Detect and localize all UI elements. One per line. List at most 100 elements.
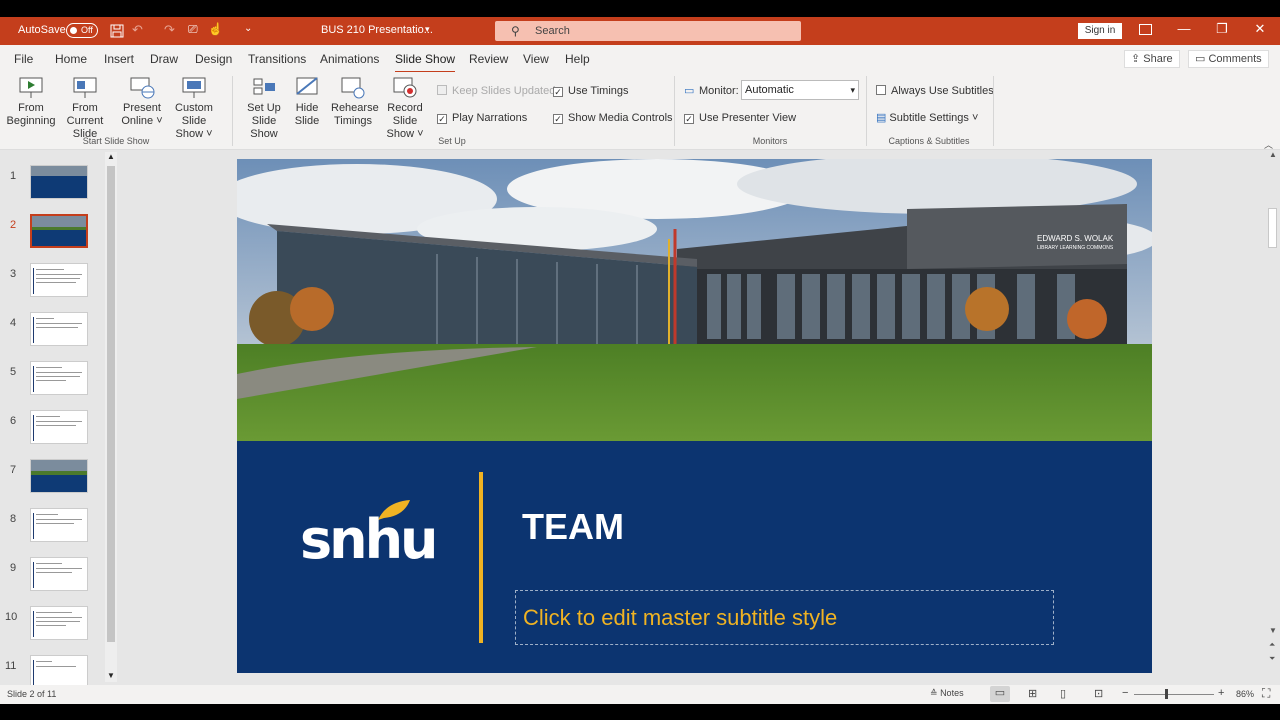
always-use-subtitles-checkbox[interactable]: Always Use Subtitles	[876, 85, 994, 97]
title-bar: AutoSave Off ↶ ↷ ⎚ ☝ ⌄ BUS 210 Presentat…	[0, 17, 1280, 45]
hide-slide-button[interactable]: Hide Slide	[291, 76, 323, 128]
tab-slide-show[interactable]: Slide Show	[395, 52, 456, 73]
slide-thumbnail[interactable]: 6	[5, 410, 105, 450]
slide-thumbnail[interactable]: 9	[5, 557, 105, 597]
checkbox-checked: ✓	[553, 87, 563, 97]
slideshow-view-icon[interactable]: ⊡	[1094, 687, 1103, 700]
present-icon[interactable]: ⎚	[188, 22, 198, 37]
subtitle-icon: ▤	[876, 112, 887, 124]
record-l2: Show ˅	[386, 128, 424, 140]
reading-view-icon[interactable]: ▯	[1060, 687, 1066, 700]
record-slide-show-button[interactable]: Record Slide Show ˅	[376, 76, 434, 141]
scroll-up-icon[interactable]: ▲	[107, 152, 115, 161]
tab-design[interactable]: Design	[195, 52, 232, 66]
notes-button[interactable]: ≙ Notes	[930, 688, 964, 699]
tab-help[interactable]: Help	[565, 52, 590, 66]
tab-review[interactable]: Review	[469, 52, 508, 66]
touch-mode-icon[interactable]: ☝	[208, 22, 223, 36]
show-media-controls-label: Show Media Controls	[568, 112, 673, 124]
slide-title-area: snhu TEAM Click to edit master subtitle …	[237, 441, 1152, 673]
subtitle-placeholder[interactable]: Click to edit master subtitle style	[515, 590, 1054, 645]
hide-slide-icon	[296, 77, 318, 95]
zoom-in-icon[interactable]: +	[1218, 687, 1224, 699]
keep-slides-updated-checkbox[interactable]: Keep Slides Updated	[437, 85, 555, 97]
scroll-up-icon[interactable]: ▲	[1269, 150, 1277, 159]
slide-thumbnail[interactable]: 5	[5, 361, 105, 401]
scroll-thumb[interactable]	[1268, 208, 1277, 248]
restore-icon[interactable]: ❐	[1212, 21, 1232, 37]
thumb-number: 7	[10, 464, 17, 476]
thumb-preview	[30, 263, 88, 297]
menu-bar: File Home Insert Draw Design Transitions…	[0, 45, 1280, 73]
slide-thumbnail[interactable]: 1	[5, 165, 105, 205]
tab-transitions[interactable]: Transitions	[248, 52, 306, 66]
zoom-level[interactable]: 86%	[1236, 689, 1254, 699]
customize-toolbar-icon[interactable]: ⌄	[244, 23, 252, 34]
title-chevron-down-icon[interactable]: ▾	[425, 24, 430, 35]
scroll-thumb[interactable]	[107, 166, 115, 642]
comment-icon: ▭	[1195, 53, 1206, 65]
slide-title[interactable]: TEAM	[522, 506, 624, 548]
slide-thumbnail[interactable]: 11	[5, 655, 105, 685]
present-online-icon	[130, 77, 155, 99]
show-media-controls-checkbox[interactable]: ✓ Show Media Controls	[553, 112, 673, 124]
save-icon[interactable]	[110, 24, 124, 38]
scroll-down-icon[interactable]: ▼	[107, 671, 115, 680]
tab-file[interactable]: File	[14, 52, 33, 66]
previous-slide-icon[interactable]: ⏶	[1269, 640, 1275, 650]
share-button[interactable]: ⇪ Share	[1124, 50, 1180, 68]
sign-in-button[interactable]: Sign in	[1078, 23, 1122, 39]
slide-thumbnail[interactable]: 4	[5, 312, 105, 352]
building-sign-line2: LIBRARY LEARNING COMMONS	[1037, 245, 1114, 251]
search-icon: ⚲	[511, 24, 520, 38]
slide-thumbnail[interactable]: 8	[5, 508, 105, 548]
from-current-slide-button[interactable]: From Current Slide	[56, 76, 114, 141]
set-up-slide-show-button[interactable]: Set Up Slide Show	[237, 76, 291, 141]
minimize-icon[interactable]: —	[1174, 21, 1194, 36]
set-up-group-label: Set Up	[438, 136, 466, 146]
monitors-group-label: Monitors	[752, 136, 788, 146]
slide-thumbnail[interactable]: 7	[5, 459, 105, 499]
search-box[interactable]: ⚲ Search	[495, 21, 801, 41]
hide-slide-l2: Slide	[294, 115, 320, 127]
slide-canvas[interactable]: EDWARD S. WOLAK LIBRARY LEARNING COMMONS…	[237, 159, 1152, 673]
slide-thumbnail[interactable]: 3	[5, 263, 105, 303]
snhu-logo: snhu	[300, 498, 438, 578]
autosave-toggle[interactable]: Off	[66, 23, 98, 38]
fit-to-window-icon[interactable]: ⛶	[1262, 686, 1270, 701]
present-online-button[interactable]: Present Online ˅	[120, 76, 164, 128]
comments-button[interactable]: ▭ Comments	[1188, 50, 1269, 68]
tab-insert[interactable]: Insert	[104, 52, 134, 66]
ribbon-display-icon[interactable]	[1139, 24, 1152, 35]
subtitle-settings-button[interactable]: ▤ Subtitle Settings ˅	[876, 111, 978, 124]
tab-draw[interactable]: Draw	[150, 52, 178, 66]
keep-slides-updated-label: Keep Slides Updated	[452, 85, 556, 97]
custom-slide-show-button[interactable]: Custom Slide Show ˅	[163, 76, 225, 141]
chevron-down-icon: ▾	[850, 85, 855, 95]
close-icon[interactable]: ✕	[1250, 21, 1270, 37]
slide-sorter-icon[interactable]: ⊞	[1028, 687, 1037, 700]
use-presenter-view-checkbox[interactable]: ✓ Use Presenter View	[684, 112, 796, 124]
rehearse-timings-button[interactable]: Rehearse Timings	[331, 76, 379, 128]
status-bar: Slide 2 of 11 ≙ Notes ▭ ⊞ ▯ ⊡ − + 86% ⛶	[0, 685, 1280, 704]
next-slide-icon[interactable]: ⏷	[1269, 654, 1275, 664]
redo-icon[interactable]: ↷	[164, 22, 175, 38]
zoom-out-icon[interactable]: −	[1122, 687, 1128, 699]
document-title[interactable]: BUS 210 Presentatio...	[321, 24, 433, 36]
monitor-select[interactable]: Automatic ▾	[741, 80, 859, 100]
slide-thumbnail-selected[interactable]: 2	[5, 214, 105, 254]
tab-animations[interactable]: Animations	[320, 52, 379, 66]
normal-view-icon[interactable]: ▭	[990, 686, 1010, 702]
tab-home[interactable]: Home	[55, 52, 87, 66]
undo-icon[interactable]: ↶	[132, 22, 143, 38]
slide-scrollbar[interactable]: ▲ ▼ ⏶ ⏷	[1266, 150, 1279, 682]
scroll-down-icon[interactable]: ▼	[1269, 626, 1277, 635]
slide-thumbnail[interactable]: 10	[5, 606, 105, 646]
play-narrations-checkbox[interactable]: ✓ Play Narrations	[437, 112, 527, 124]
use-timings-checkbox[interactable]: ✓ Use Timings	[553, 85, 629, 97]
from-beginning-button[interactable]: From Beginning	[6, 76, 56, 128]
zoom-slider[interactable]	[1134, 694, 1214, 695]
tab-view[interactable]: View	[523, 52, 549, 66]
zoom-slider-thumb[interactable]	[1165, 689, 1168, 699]
thumbnail-scrollbar[interactable]: ▲ ▼	[105, 152, 117, 682]
